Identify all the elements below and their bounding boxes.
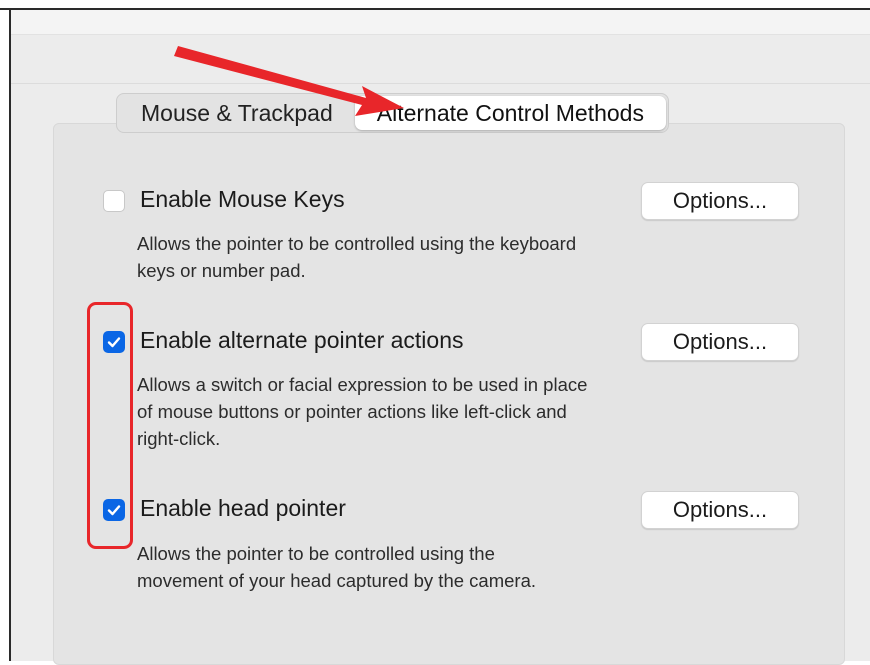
description-line: Allows a switch or facial expression to … [137,374,588,395]
description-line: movement of your head captured by the ca… [137,570,536,591]
enable-head-pointer-label: Enable head pointer [140,495,346,521]
head-pointer-options-button[interactable]: Options... [641,491,799,529]
content-separator [11,83,870,84]
description-line: Allows the pointer to be controlled usin… [137,543,495,564]
description-line: right-click. [137,428,221,449]
description-line: keys or number pad. [137,260,306,281]
mouse-keys-description: Allows the pointer to be controlled usin… [137,230,737,284]
enable-mouse-keys-label: Enable Mouse Keys [140,186,345,212]
highlight-annotation-box [87,302,133,549]
tab-bar: Mouse & Trackpad Alternate Control Metho… [116,93,669,133]
enable-alternate-pointer-actions-label: Enable alternate pointer actions [140,327,464,353]
description-line: of mouse buttons or pointer actions like… [137,401,567,422]
description-line: Allows the pointer to be controlled usin… [137,233,577,254]
tab-mouse-trackpad[interactable]: Mouse & Trackpad [119,96,355,130]
toolbar-area [11,10,870,34]
head-pointer-description: Allows the pointer to be controlled usin… [137,540,737,594]
enable-mouse-keys-checkbox[interactable] [103,190,125,212]
tab-alternate-control-methods[interactable]: Alternate Control Methods [354,96,666,130]
alternate-pointer-actions-options-button[interactable]: Options... [641,323,799,361]
mouse-keys-options-button[interactable]: Options... [641,182,799,220]
alternate-pointer-actions-description: Allows a switch or facial expression to … [137,371,737,452]
